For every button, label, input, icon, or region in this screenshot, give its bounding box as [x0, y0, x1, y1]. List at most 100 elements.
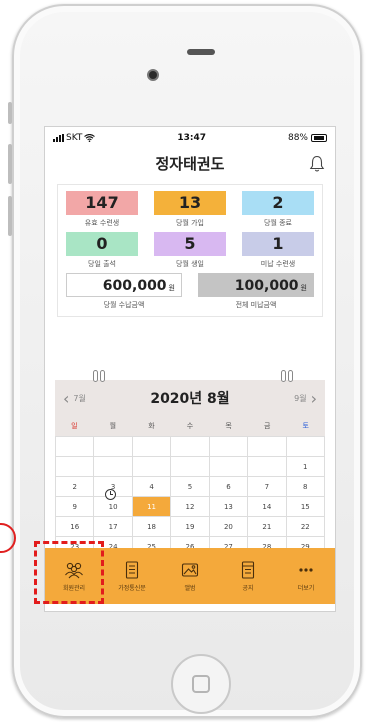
calendar-day[interactable]: 9	[56, 497, 95, 517]
volume-up-button	[8, 144, 12, 184]
volume-down-button	[8, 196, 12, 236]
calendar-rings	[55, 370, 325, 384]
document-icon	[125, 560, 139, 579]
calendar-day[interactable]: 15	[286, 497, 325, 517]
calendar-day[interactable]: 4	[132, 477, 172, 497]
next-month-label: 9월	[294, 393, 307, 403]
calendar-day[interactable]: 5	[171, 477, 210, 497]
battery-icon	[311, 134, 327, 142]
tab-album[interactable]: 앨범	[161, 548, 219, 604]
bell-icon[interactable]	[309, 155, 325, 173]
app-screen: SKT 13:47 88% 정자태권도 147 유효 수련생 13 당월 가입 …	[44, 126, 336, 612]
stat-label: 유효 수련생	[84, 219, 120, 227]
calendar-month-title: 2020년 8월	[150, 391, 230, 407]
calendar-day	[248, 437, 287, 457]
stat-label: 미납 수련생	[260, 260, 296, 268]
page-title: 정자태권도	[155, 155, 225, 173]
weekday-row: 일 월 화 수 목 금 토	[55, 416, 325, 436]
weekday-label: 토	[302, 422, 309, 430]
carrier-label: SKT	[66, 133, 83, 143]
calendar-day[interactable]: 6	[209, 477, 249, 497]
tab-more[interactable]: 더보기	[277, 548, 335, 604]
calendar-day[interactable]: 18	[132, 517, 172, 537]
calendar-day[interactable]: 14	[248, 497, 287, 517]
annotation-highlight-box	[34, 541, 104, 604]
calendar-day[interactable]: 17	[94, 517, 133, 537]
stat-label: 당일 출석	[88, 260, 116, 268]
calendar-day	[132, 457, 172, 477]
stat-value: 147	[66, 191, 138, 215]
album-icon	[181, 562, 199, 577]
amount-label: 당월 수납금액	[103, 301, 145, 309]
weekday-label: 수	[186, 422, 194, 430]
calendar-day	[286, 437, 325, 457]
tab-label: 가정통신문	[118, 584, 146, 592]
weekday-label: 일	[71, 422, 78, 430]
weekday-label: 월	[109, 422, 117, 430]
calendar-day[interactable]: 10	[94, 489, 133, 517]
calendar-day	[171, 437, 210, 457]
calendar-day	[94, 437, 133, 457]
stat-month-ended[interactable]: 2 당월 종료	[242, 191, 314, 228]
stat-value: 5	[154, 232, 226, 256]
amount-total-unpaid[interactable]: 100,000 원 전체 미납금액	[198, 273, 314, 310]
calendar-day[interactable]: 2	[56, 477, 95, 497]
tab-label: 공지	[242, 584, 254, 592]
calendar-day[interactable]: 22	[286, 517, 325, 537]
signal-icon	[53, 134, 64, 142]
calendar-header: ‹ 7월 2020년 8월 9월 ›	[55, 380, 325, 416]
calendar-day	[248, 457, 287, 477]
more-icon	[299, 567, 313, 572]
stat-label: 당월 종료	[264, 219, 292, 227]
calendar-day[interactable]: 8	[286, 477, 325, 497]
status-bar: SKT 13:47 88%	[45, 127, 335, 149]
calendar-day	[209, 437, 249, 457]
amount-value: 600,000	[102, 278, 167, 294]
stat-value: 0	[66, 232, 138, 256]
stat-month-joined[interactable]: 13 당월 가입	[154, 191, 226, 228]
wifi-icon	[84, 134, 96, 142]
clock-time: 13:47	[177, 133, 207, 143]
calendar-day[interactable]: 16	[56, 517, 95, 537]
amount-month-collected[interactable]: 600,000 원 당월 수납금액	[66, 273, 182, 310]
weekday-label: 화	[148, 422, 155, 430]
tab-notice[interactable]: 공지	[219, 548, 277, 604]
calendar-day[interactable]: 12	[171, 497, 210, 517]
calendar-day[interactable]: 20	[209, 517, 249, 537]
stat-unpaid-students[interactable]: 1 미납 수련생	[242, 232, 314, 269]
amount-label: 전체 미납금액	[235, 301, 277, 309]
next-month-button[interactable]: 9월 ›	[294, 389, 317, 408]
amount-unit: 원	[168, 284, 175, 292]
calendar-day[interactable]: 21	[248, 517, 287, 537]
earpiece-speaker	[187, 49, 215, 55]
tab-label: 더보기	[297, 584, 315, 592]
stat-value: 13	[154, 191, 226, 215]
calendar-day	[56, 457, 95, 477]
prev-month-button[interactable]: ‹ 7월	[63, 389, 86, 408]
prev-month-label: 7월	[73, 393, 86, 403]
chevron-left-icon: ‹	[63, 388, 70, 408]
calendar-day	[171, 457, 210, 477]
stat-today-attendance[interactable]: 0 당일 출석	[66, 232, 138, 269]
mute-switch	[8, 102, 12, 124]
calendar-day-today[interactable]: 11	[132, 497, 172, 517]
weekday-label: 목	[225, 422, 232, 430]
summary-card: 147 유효 수련생 13 당월 가입 2 당월 종료 0 당일 출석 5 당월…	[57, 184, 323, 317]
stat-active-students[interactable]: 147 유효 수련생	[66, 191, 138, 228]
weekday-label: 금	[263, 422, 271, 430]
calendar-day[interactable]: 19	[171, 517, 210, 537]
stat-month-birthday[interactable]: 5 당월 생일	[154, 232, 226, 269]
stat-value: 1	[242, 232, 314, 256]
clock-icon	[105, 489, 117, 500]
calendar-day[interactable]: 13	[209, 497, 249, 517]
stat-label: 당월 가입	[176, 219, 204, 227]
calendar-day	[94, 457, 133, 477]
amount-value: 100,000	[234, 278, 299, 294]
home-button[interactable]	[171, 654, 231, 714]
tab-label: 앨범	[184, 584, 196, 592]
calendar-day[interactable]: 1	[286, 457, 325, 477]
amount-unit: 원	[300, 284, 307, 292]
calendar-day	[56, 437, 95, 457]
tab-newsletter[interactable]: 가정통신문	[103, 548, 161, 604]
calendar-day[interactable]: 7	[248, 477, 287, 497]
